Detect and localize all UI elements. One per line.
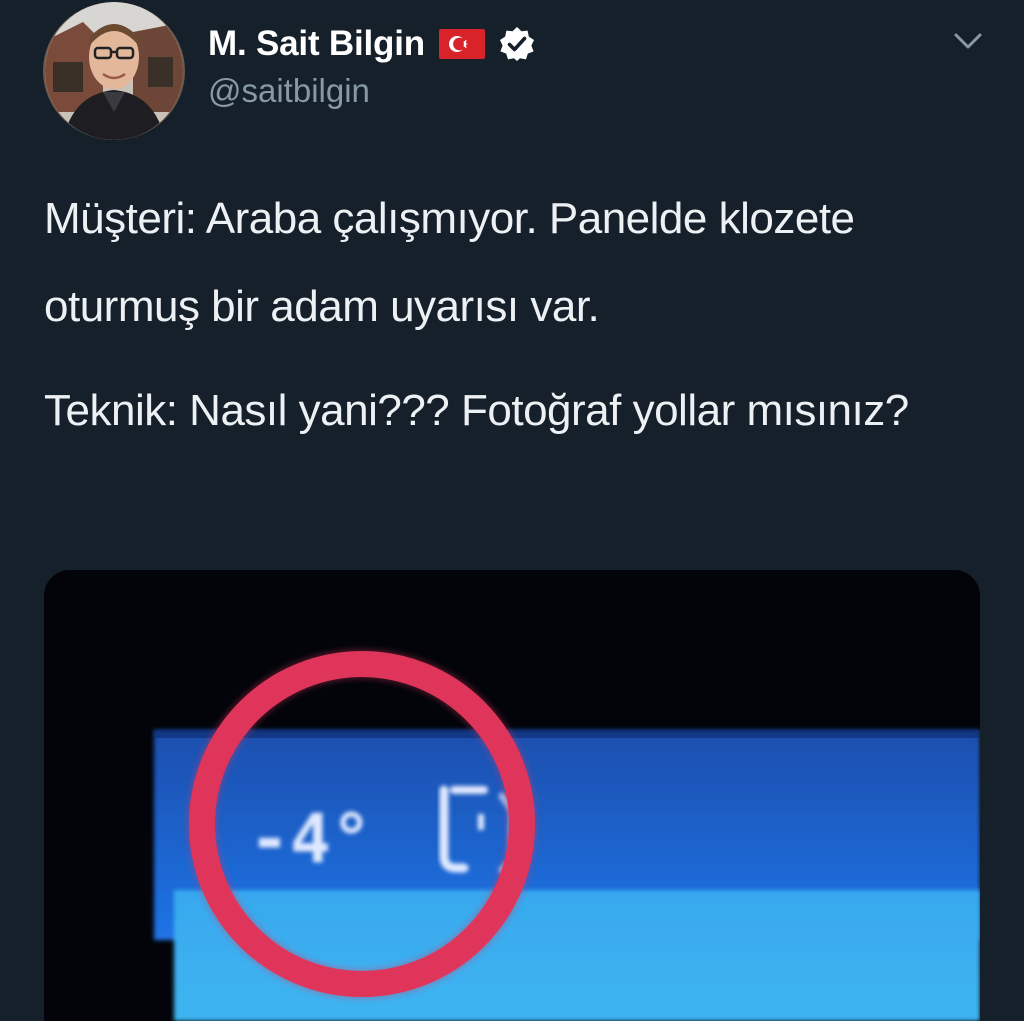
verified-badge-icon	[499, 26, 535, 62]
author-handle[interactable]: @saitbilgin	[208, 72, 370, 110]
turkey-flag-icon	[438, 29, 485, 59]
avatar[interactable]	[43, 2, 185, 140]
author-name-row: M. Sait Bilgin	[208, 20, 535, 68]
tweet-media-image[interactable]: -4°	[44, 570, 980, 1021]
author-display-name[interactable]: M. Sait Bilgin	[208, 24, 425, 64]
tweet-text-paragraph-2: Teknik: Nasıl yani??? Fotoğraf yollar mı…	[44, 386, 909, 435]
chevron-down-icon[interactable]	[948, 26, 988, 56]
tweet-text-paragraph-1: Müşteri: Araba çalışmıyor. Panelde kloze…	[44, 194, 855, 331]
tweet: M. Sait Bilgin @saitbilgin Müşteri: Arab…	[0, 0, 1024, 1021]
temperature-reading: -4°	[249, 800, 372, 879]
svg-text:-4°: -4°	[249, 800, 372, 879]
